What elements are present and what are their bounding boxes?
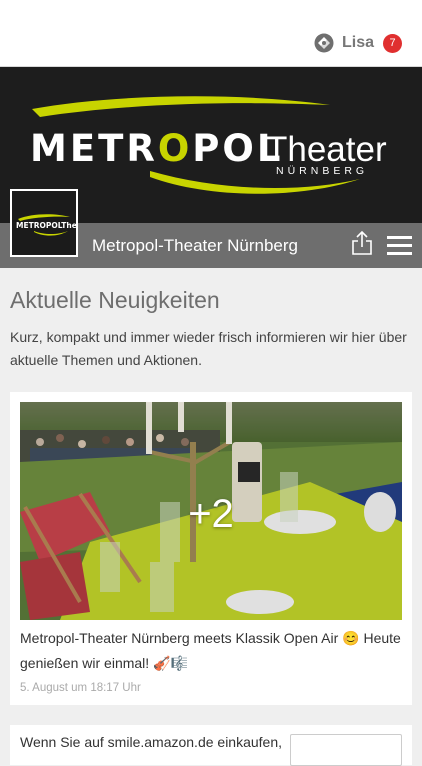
page-name[interactable]: Metropol-Theater Nürnberg <box>92 236 298 256</box>
logo-metro: METR <box>30 127 158 170</box>
hamburger-menu-icon[interactable] <box>387 236 412 255</box>
svg-text:METROPOL: METROPOL <box>30 127 283 170</box>
logo-theater: Theater <box>266 130 387 169</box>
post-image[interactable]: +2 <box>20 402 402 620</box>
user-logo-icon <box>314 33 334 53</box>
share-icon[interactable] <box>351 230 373 256</box>
next-post-card[interactable]: Wenn Sie auf smile.amazon.de einkaufen, <box>10 725 412 766</box>
page-avatar[interactable]: METROPOLTheater <box>10 189 78 257</box>
next-post-text: Wenn Sie auf smile.amazon.de einkaufen, <box>20 734 283 750</box>
more-photos-count[interactable]: +2 <box>20 492 402 537</box>
top-bar: Lisa 7 <box>0 0 422 67</box>
next-post-image[interactable] <box>290 734 402 766</box>
notification-badge[interactable]: 7 <box>383 33 402 53</box>
post-text: Metropol-Theater Nürnberg meets Klassik … <box>20 630 401 671</box>
post-card[interactable]: +2 Metropol-Theater Nürnberg meets Klass… <box>10 392 412 705</box>
logo-city: NÜRNBERG <box>276 165 368 177</box>
section-description: Kurz, kompakt und immer wieder frisch in… <box>10 329 407 368</box>
section-title: Aktuelle Neuigkeiten <box>10 287 220 313</box>
user-name[interactable]: Lisa <box>342 34 374 52</box>
avatar-logo-text: METROPOLTheater <box>16 221 76 230</box>
logo-o: O <box>158 127 192 170</box>
user-menu[interactable]: Lisa 7 <box>314 33 402 53</box>
post-date[interactable]: 5. August um 18:17 Uhr <box>20 682 141 694</box>
